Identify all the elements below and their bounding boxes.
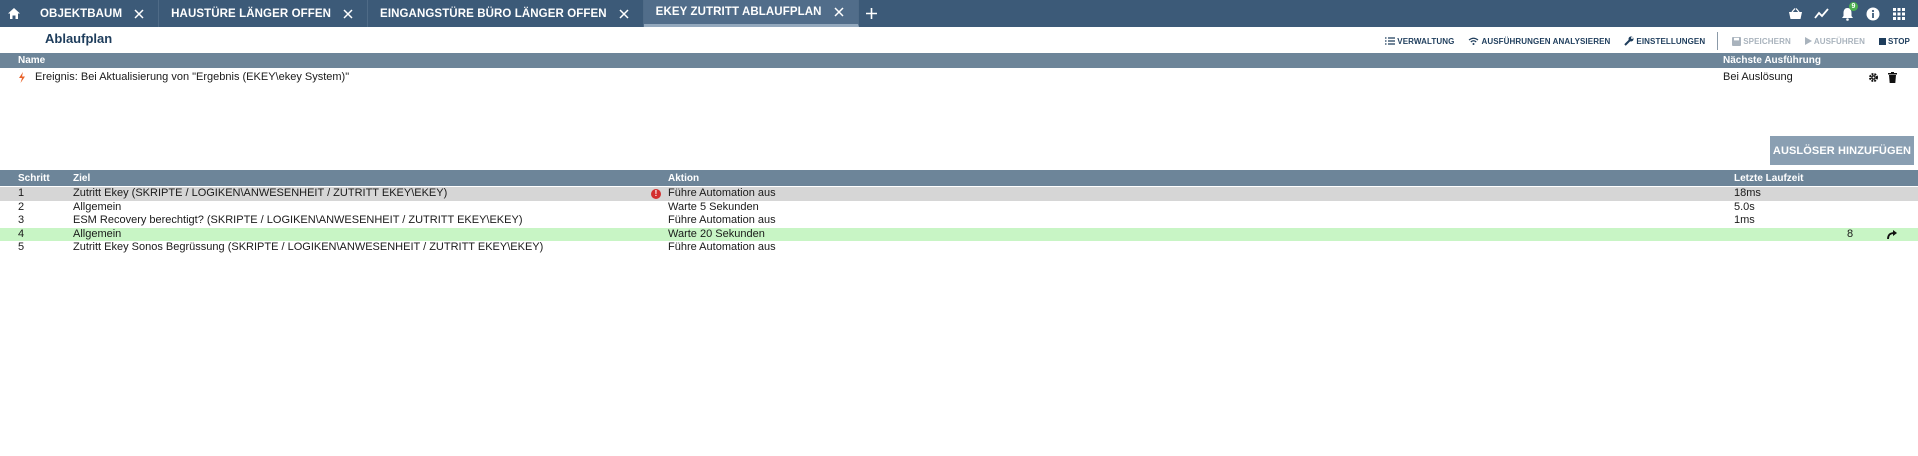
apps-button[interactable] (1886, 0, 1912, 27)
step-target: Zutritt Ekey (SKRIPTE / LOGIKEN\ANWESENH… (73, 187, 448, 199)
step-action: Führe Automation aus (668, 187, 776, 199)
list-icon (1385, 37, 1396, 45)
step-action: Führe Automation aus (668, 241, 776, 254)
column-header-target: Ziel (73, 173, 91, 184)
einstellungen-button[interactable]: EINSTELLUNGEN (1624, 36, 1705, 46)
close-icon[interactable] (834, 7, 844, 17)
step-runtime: 18ms (1734, 187, 1761, 199)
step-number: 4 (18, 227, 25, 240)
info-button[interactable] (1860, 0, 1886, 27)
speichern-label: SPEICHERN (1743, 36, 1791, 46)
close-icon[interactable] (343, 8, 353, 19)
error-icon[interactable]: ! (651, 189, 661, 199)
play-icon (1804, 37, 1812, 45)
wifi-icon (1469, 37, 1479, 45)
ausfuehren-label: AUSFÜHREN (1813, 36, 1865, 46)
tab-eingangstuere[interactable]: EINGANGSTÜRE BÜRO LÄNGER OFFEN (368, 0, 644, 27)
column-header-step: Schritt (18, 173, 50, 184)
step-target: Zutritt Ekey Sonos Begrüssung (SKRIPTE /… (73, 241, 544, 254)
apps-grid-icon (1893, 7, 1905, 20)
analysieren-label: AUSFÜHRUNGEN ANALYSIEREN (1481, 36, 1611, 46)
verwaltung-button[interactable]: VERWALTUNG (1385, 37, 1454, 46)
table-row[interactable]: 2 Allgemein Warte 5 Sekunden 5.0s (0, 201, 1918, 215)
step-number: 3 (18, 214, 25, 227)
step-target: ESM Recovery berechtigt? (SKRIPTE / LOGI… (73, 214, 523, 227)
tab-haustuere[interactable]: HAUSTÜRE LÄNGER OFFEN (159, 0, 369, 27)
trigger-next-run: Bei Auslösung (1723, 71, 1793, 83)
home-button[interactable] (0, 0, 28, 27)
skip-step-icon[interactable] (1886, 229, 1898, 240)
tab-objektbaum[interactable]: OBJEKTBAUM (28, 0, 160, 27)
lightning-icon (19, 72, 25, 83)
column-header-action: Aktion (668, 173, 700, 184)
stop-label: STOP (1887, 36, 1910, 46)
notification-badge: 9 (1849, 2, 1858, 11)
toolbar: VERWALTUNG AUSFÜHRUNGEN ANALYSIEREN EINS… (1371, 32, 1910, 50)
save-button[interactable]: SPEICHERN (1732, 36, 1791, 46)
analyse-executions-button[interactable]: AUSFÜHRUNGEN ANALYSIEREN (1468, 37, 1610, 46)
step-target: Allgemein (73, 227, 122, 240)
info-icon (1866, 7, 1880, 20)
page-title: Ablaufplan (45, 31, 113, 46)
close-icon[interactable] (619, 8, 629, 19)
step-action: Warte 5 Sekunden (668, 200, 759, 213)
tab-bar: OBJEKTBAUM HAUSTÜRE LÄNGER OFFEN EINGANG… (0, 0, 1918, 27)
run-button[interactable]: AUSFÜHREN (1804, 36, 1865, 46)
table-row[interactable]: 3 ESM Recovery berechtigt? (SKRIPTE / LO… (0, 214, 1918, 228)
save-icon (1732, 36, 1742, 46)
trigger-name: Ereignis: Bei Aktualisierung von "Ergebn… (35, 71, 350, 83)
column-header-last-runtime: Letzte Laufzeit (1734, 173, 1804, 184)
plus-icon (866, 8, 878, 19)
tab-label: EINGANGSTÜRE BÜRO LÄNGER OFFEN (380, 7, 607, 20)
trend-button[interactable] (1808, 0, 1834, 27)
tab-ekey-ablaufplan[interactable]: EKEY ZUTRITT ABLAUFPLAN (643, 0, 859, 27)
step-action: Warte 20 Sekunden (668, 227, 765, 240)
title-row: Ablaufplan VERWALTUNG AUSFÜHRUNGEN ANALY… (0, 27, 1918, 51)
trigger-table-header: Name Nächste Ausführung (0, 53, 1918, 68)
basket-icon (1788, 7, 1802, 19)
stop-icon (1878, 37, 1886, 45)
gear-icon[interactable] (1868, 72, 1879, 83)
basket-button[interactable] (1782, 0, 1808, 27)
tab-label: OBJEKTBAUM (40, 7, 123, 20)
table-row-running[interactable]: 4 Allgemein Warte 20 Sekunden 8 (0, 227, 1918, 242)
trend-icon (1813, 8, 1829, 19)
step-number: 1 (18, 187, 25, 199)
step-number: 2 (18, 200, 25, 213)
tab-label: EKEY ZUTRITT ABLAUFPLAN (655, 6, 822, 18)
top-right-icons: 9 (1782, 0, 1912, 27)
wrench-icon (1624, 36, 1634, 46)
column-header-next-run: Nächste Ausführung (1723, 55, 1821, 66)
step-runtime: 5.0s (1734, 200, 1755, 213)
steps-table-header: Schritt Ziel Aktion Letzte Laufzeit (0, 170, 1918, 186)
step-target: Allgemein (73, 200, 122, 213)
home-icon (8, 8, 20, 19)
toolbar-divider (1717, 32, 1719, 50)
add-tab-button[interactable] (859, 0, 885, 27)
einstellungen-label: EINSTELLUNGEN (1636, 36, 1706, 46)
table-row[interactable]: 1 Zutritt Ekey (SKRIPTE / LOGIKEN\ANWESE… (0, 187, 1918, 201)
stop-button[interactable]: STOP (1878, 36, 1910, 46)
trigger-row[interactable]: Ereignis: Bei Aktualisierung von "Ergebn… (0, 70, 1918, 85)
step-countdown: 8 (1847, 227, 1854, 240)
step-runtime: 1ms (1734, 214, 1755, 227)
step-action: Führe Automation aus (668, 214, 776, 227)
step-number: 5 (18, 241, 25, 254)
tab-label: HAUSTÜRE LÄNGER OFFEN (171, 7, 332, 20)
close-icon[interactable] (134, 8, 144, 19)
trash-icon[interactable] (1888, 72, 1897, 83)
steps-table: 1 Zutritt Ekey (SKRIPTE / LOGIKEN\ANWESE… (0, 187, 1918, 255)
notifications-button[interactable]: 9 (1834, 0, 1860, 27)
table-row[interactable]: 5 Zutritt Ekey Sonos Begrüssung (SKRIPTE… (0, 241, 1918, 255)
column-header-name: Name (18, 55, 46, 66)
add-trigger-button[interactable]: AUSLÖSER HINZUFÜGEN (1770, 136, 1914, 165)
verwaltung-label: VERWALTUNG (1397, 36, 1455, 46)
